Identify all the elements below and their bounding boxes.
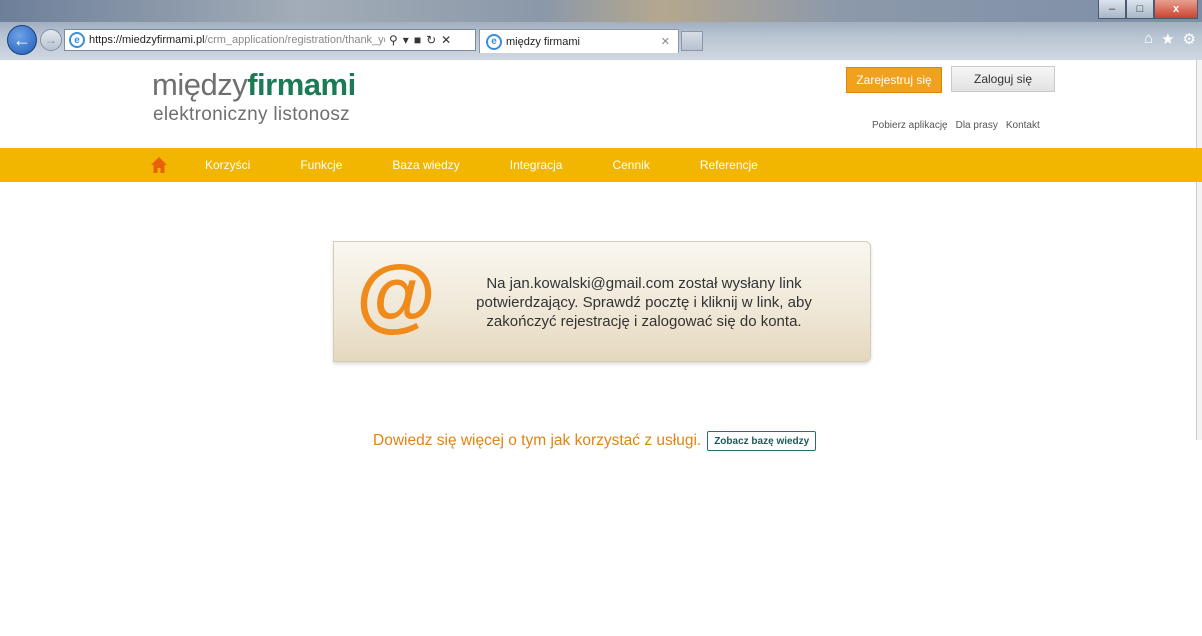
maximize-button[interactable]: □ <box>1126 0 1154 19</box>
login-button[interactable]: Zaloguj się <box>951 66 1055 92</box>
logo-part2: firmami <box>247 67 356 102</box>
top-links: Pobierz aplikację Dla prasy Kontakt <box>872 120 1040 131</box>
notice-line-2: potwierdzający. Sprawdź pocztę i kliknij… <box>476 294 812 311</box>
browser-toolbar-icons: ⌂ ★ ⚙ <box>1144 30 1196 48</box>
address-bar[interactable]: e https://miedzyfirmami.pl/crm_applicati… <box>64 29 476 51</box>
nav-item-features[interactable]: Funkcje <box>300 158 342 172</box>
nav-item-benefits[interactable]: Korzyści <box>205 158 250 172</box>
nav-item-knowledge-base[interactable]: Baza wiedzy <box>392 158 459 172</box>
link-download-app[interactable]: Pobierz aplikację <box>872 120 948 131</box>
learn-more-row: Dowiedz się więcej o tym jak korzystać z… <box>373 431 817 451</box>
gear-icon[interactable]: ⚙ <box>1183 30 1196 48</box>
scrollbar[interactable] <box>1196 60 1202 440</box>
lock-icon[interactable]: ■ <box>414 33 421 47</box>
refresh-icon[interactable]: ↻ <box>426 33 436 47</box>
home-icon[interactable] <box>150 156 168 174</box>
notice-message: Na jan.kowalski@gmail.com został wysłany… <box>454 274 834 331</box>
link-press[interactable]: Dla prasy <box>956 120 998 131</box>
nav-item-references[interactable]: Referencje <box>700 158 758 172</box>
register-button[interactable]: Zarejestruj się <box>846 67 942 93</box>
nav-item-pricing[interactable]: Cennik <box>612 158 649 172</box>
dropdown-icon[interactable]: ▾ <box>403 33 409 47</box>
minimize-button[interactable]: – <box>1098 0 1126 19</box>
logo-part1: między <box>152 67 248 102</box>
tab-close-icon[interactable]: ✕ <box>661 35 670 48</box>
stop-icon[interactable]: ✕ <box>441 33 451 47</box>
star-icon[interactable]: ★ <box>1161 30 1174 48</box>
nav-item-integration[interactable]: Integracja <box>510 158 563 172</box>
home-icon[interactable]: ⌂ <box>1144 30 1153 48</box>
link-contact[interactable]: Kontakt <box>1006 120 1040 131</box>
back-icon[interactable]: ← <box>7 25 37 55</box>
notice-line-3: zakończyć rejestrację i zalogować się do… <box>486 313 802 330</box>
address-icons: ⚲ ▾ ■ ↻ ✕ <box>389 33 451 47</box>
site-logo[interactable]: międzyfirmami <box>152 67 356 103</box>
tab-ie-icon: e <box>486 33 502 50</box>
forward-icon[interactable]: → <box>40 29 62 51</box>
browser-tab[interactable]: e między firmami ✕ <box>479 29 679 53</box>
nav-menu: Korzyści Funkcje Baza wiedzy Integracja … <box>150 148 808 182</box>
close-button[interactable]: x <box>1154 0 1198 19</box>
notice-line-1: Na jan.kowalski@gmail.com został wysłany… <box>486 275 802 292</box>
title-bar <box>0 0 1202 22</box>
ie-icon: e <box>69 32 85 48</box>
browser-chrome: – □ x ← → e https://miedzyfirmami.pl/crm… <box>0 0 1202 60</box>
at-sign-icon: @ <box>356 249 436 340</box>
url-path: /crm_application/registration/thank_yo <box>204 34 385 46</box>
knowledge-base-button[interactable]: Zobacz bazę wiedzy <box>707 431 817 451</box>
window-controls: – □ x <box>1098 0 1198 19</box>
main-nav: Korzyści Funkcje Baza wiedzy Integracja … <box>0 148 1202 182</box>
search-icon[interactable]: ⚲ <box>389 33 398 47</box>
site-tagline: elektroniczny listonosz <box>153 104 350 125</box>
confirmation-notice: @ Na jan.kowalski@gmail.com został wysła… <box>333 241 871 362</box>
url-text[interactable]: https://miedzyfirmami.pl/crm_application… <box>89 34 385 46</box>
tab-title: między firmami <box>506 35 580 48</box>
new-tab-button[interactable] <box>681 31 703 51</box>
url-host: https://miedzyfirmami.pl <box>89 34 205 46</box>
learn-more-text: Dowiedz się więcej o tym jak korzystać z… <box>373 432 702 449</box>
